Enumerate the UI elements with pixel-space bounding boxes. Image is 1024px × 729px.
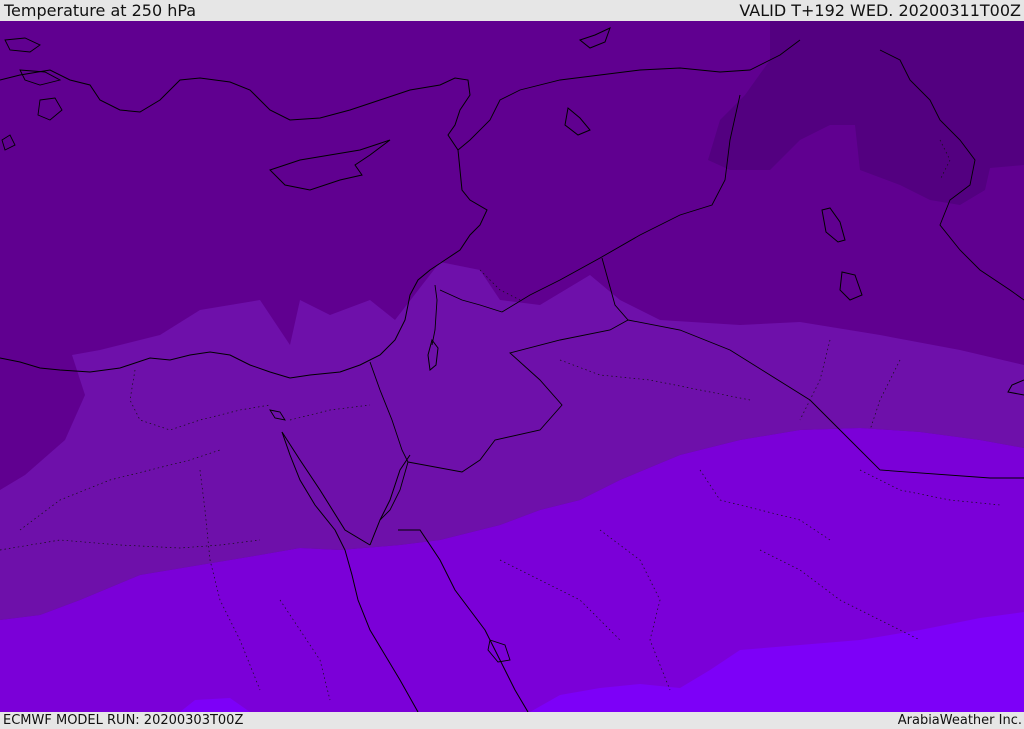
credit-label: ArabiaWeather Inc. xyxy=(897,713,1022,728)
map-title: Temperature at 250 hPa xyxy=(4,0,197,20)
header-bar: Temperature at 250 hPa VALID T+192 WED. … xyxy=(0,0,1024,21)
model-run-label: ECMWF MODEL RUN: 20200303T00Z xyxy=(3,713,244,728)
footer-bar: ECMWF MODEL RUN: 20200303T00Z ArabiaWeat… xyxy=(0,712,1024,729)
map-canvas xyxy=(0,21,1024,712)
valid-time: VALID T+192 WED. 20200311T00Z xyxy=(739,0,1021,20)
temperature-map[interactable] xyxy=(0,21,1024,712)
